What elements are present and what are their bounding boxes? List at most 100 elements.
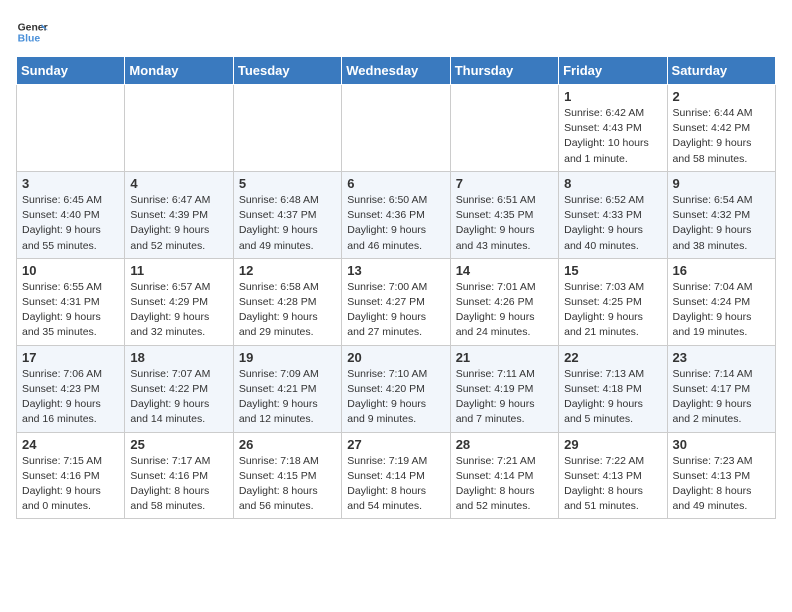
col-header-friday: Friday — [559, 57, 667, 85]
day-info: Sunrise: 6:48 AM Sunset: 4:37 PM Dayligh… — [239, 193, 336, 254]
day-info: Sunrise: 6:50 AM Sunset: 4:36 PM Dayligh… — [347, 193, 444, 254]
day-info: Sunrise: 6:47 AM Sunset: 4:39 PM Dayligh… — [130, 193, 227, 254]
calendar-cell: 10 Sunrise: 6:55 AM Sunset: 4:31 PM Dayli… — [17, 258, 125, 345]
calendar-cell: 22 Sunrise: 7:13 AM Sunset: 4:18 PM Dayli… — [559, 345, 667, 432]
col-header-thursday: Thursday — [450, 57, 558, 85]
logo-icon: General Blue — [16, 16, 48, 48]
day-info: Sunrise: 7:23 AM Sunset: 4:13 PM Dayligh… — [673, 454, 770, 515]
calendar-cell: 25 Sunrise: 7:17 AM Sunset: 4:16 PM Dayli… — [125, 432, 233, 519]
logo: General Blue — [16, 16, 48, 48]
day-info: Sunrise: 7:22 AM Sunset: 4:13 PM Dayligh… — [564, 454, 661, 515]
calendar-cell: 1Sunrise: 6:42 AM Sunset: 4:43 PM Daylig… — [559, 85, 667, 172]
calendar-cell: 23 Sunrise: 7:14 AM Sunset: 4:17 PM Dayli… — [667, 345, 775, 432]
calendar-cell: 9Sunrise: 6:54 AM Sunset: 4:32 PM Daylig… — [667, 171, 775, 258]
day-number: 12 — [239, 263, 336, 278]
calendar-week-1: 1Sunrise: 6:42 AM Sunset: 4:43 PM Daylig… — [17, 85, 776, 172]
calendar-cell: 28Sunrise: 7:21 AM Sunset: 4:14 PM Dayli… — [450, 432, 558, 519]
calendar-week-4: 17 Sunrise: 7:06 AM Sunset: 4:23 PM Dayli… — [17, 345, 776, 432]
calendar-cell: 24 Sunrise: 7:15 AM Sunset: 4:16 PM Dayli… — [17, 432, 125, 519]
day-number: 19 — [239, 350, 336, 365]
day-info: Sunrise: 7:15 AM Sunset: 4:16 PM Dayligh… — [22, 454, 119, 515]
day-number: 2 — [673, 89, 770, 104]
day-number: 16 — [673, 263, 770, 278]
day-number: 6 — [347, 176, 444, 191]
day-info: Sunrise: 7:18 AM Sunset: 4:15 PM Dayligh… — [239, 454, 336, 515]
day-info: Sunrise: 7:04 AM Sunset: 4:24 PM Dayligh… — [673, 280, 770, 341]
day-number: 4 — [130, 176, 227, 191]
calendar-cell: 17 Sunrise: 7:06 AM Sunset: 4:23 PM Dayli… — [17, 345, 125, 432]
day-info: Sunrise: 6:51 AM Sunset: 4:35 PM Dayligh… — [456, 193, 553, 254]
day-number: 1 — [564, 89, 661, 104]
day-number: 3 — [22, 176, 119, 191]
day-number: 7 — [456, 176, 553, 191]
calendar-cell: 26 Sunrise: 7:18 AM Sunset: 4:15 PM Dayli… — [233, 432, 341, 519]
day-info: Sunrise: 7:09 AM Sunset: 4:21 PM Dayligh… — [239, 367, 336, 428]
day-number: 14 — [456, 263, 553, 278]
calendar-cell: 27 Sunrise: 7:19 AM Sunset: 4:14 PM Dayli… — [342, 432, 450, 519]
day-info: Sunrise: 6:45 AM Sunset: 4:40 PM Dayligh… — [22, 193, 119, 254]
day-info: Sunrise: 7:11 AM Sunset: 4:19 PM Dayligh… — [456, 367, 553, 428]
calendar-cell: 20Sunrise: 7:10 AM Sunset: 4:20 PM Dayli… — [342, 345, 450, 432]
calendar-week-5: 24 Sunrise: 7:15 AM Sunset: 4:16 PM Dayli… — [17, 432, 776, 519]
calendar-cell: 13 Sunrise: 7:00 AM Sunset: 4:27 PM Dayli… — [342, 258, 450, 345]
day-number: 22 — [564, 350, 661, 365]
calendar-week-2: 3 Sunrise: 6:45 AM Sunset: 4:40 PM Daylig… — [17, 171, 776, 258]
day-number: 5 — [239, 176, 336, 191]
day-info: Sunrise: 6:44 AM Sunset: 4:42 PM Dayligh… — [673, 106, 770, 167]
calendar-cell: 2 Sunrise: 6:44 AM Sunset: 4:42 PM Daylig… — [667, 85, 775, 172]
day-info: Sunrise: 7:14 AM Sunset: 4:17 PM Dayligh… — [673, 367, 770, 428]
day-number: 13 — [347, 263, 444, 278]
calendar-header-row: SundayMondayTuesdayWednesdayThursdayFrid… — [17, 57, 776, 85]
calendar-cell: 5 Sunrise: 6:48 AM Sunset: 4:37 PM Daylig… — [233, 171, 341, 258]
day-info: Sunrise: 7:13 AM Sunset: 4:18 PM Dayligh… — [564, 367, 661, 428]
calendar-week-3: 10 Sunrise: 6:55 AM Sunset: 4:31 PM Dayli… — [17, 258, 776, 345]
day-info: Sunrise: 7:01 AM Sunset: 4:26 PM Dayligh… — [456, 280, 553, 341]
calendar-cell — [233, 85, 341, 172]
calendar-cell — [17, 85, 125, 172]
col-header-saturday: Saturday — [667, 57, 775, 85]
calendar-cell — [450, 85, 558, 172]
day-number: 11 — [130, 263, 227, 278]
calendar-cell: 8 Sunrise: 6:52 AM Sunset: 4:33 PM Daylig… — [559, 171, 667, 258]
calendar-cell: 16 Sunrise: 7:04 AM Sunset: 4:24 PM Dayli… — [667, 258, 775, 345]
calendar-cell — [342, 85, 450, 172]
day-number: 21 — [456, 350, 553, 365]
col-header-sunday: Sunday — [17, 57, 125, 85]
day-number: 10 — [22, 263, 119, 278]
col-header-tuesday: Tuesday — [233, 57, 341, 85]
day-info: Sunrise: 7:21 AM Sunset: 4:14 PM Dayligh… — [456, 454, 553, 515]
day-info: Sunrise: 7:10 AM Sunset: 4:20 PM Dayligh… — [347, 367, 444, 428]
calendar-cell: 29Sunrise: 7:22 AM Sunset: 4:13 PM Dayli… — [559, 432, 667, 519]
day-info: Sunrise: 7:06 AM Sunset: 4:23 PM Dayligh… — [22, 367, 119, 428]
day-info: Sunrise: 6:55 AM Sunset: 4:31 PM Dayligh… — [22, 280, 119, 341]
calendar-cell: 12 Sunrise: 6:58 AM Sunset: 4:28 PM Dayli… — [233, 258, 341, 345]
day-number: 26 — [239, 437, 336, 452]
page-header: General Blue — [16, 16, 776, 48]
calendar-cell: 6 Sunrise: 6:50 AM Sunset: 4:36 PM Daylig… — [342, 171, 450, 258]
calendar-cell: 14 Sunrise: 7:01 AM Sunset: 4:26 PM Dayli… — [450, 258, 558, 345]
calendar-cell — [125, 85, 233, 172]
day-number: 24 — [22, 437, 119, 452]
day-number: 25 — [130, 437, 227, 452]
day-info: Sunrise: 6:52 AM Sunset: 4:33 PM Dayligh… — [564, 193, 661, 254]
day-number: 8 — [564, 176, 661, 191]
calendar-cell: 18 Sunrise: 7:07 AM Sunset: 4:22 PM Dayli… — [125, 345, 233, 432]
day-number: 15 — [564, 263, 661, 278]
day-info: Sunrise: 7:19 AM Sunset: 4:14 PM Dayligh… — [347, 454, 444, 515]
day-info: Sunrise: 6:58 AM Sunset: 4:28 PM Dayligh… — [239, 280, 336, 341]
calendar-table: SundayMondayTuesdayWednesdayThursdayFrid… — [16, 56, 776, 519]
day-number: 17 — [22, 350, 119, 365]
day-info: Sunrise: 7:03 AM Sunset: 4:25 PM Dayligh… — [564, 280, 661, 341]
day-number: 27 — [347, 437, 444, 452]
col-header-monday: Monday — [125, 57, 233, 85]
calendar-cell: 4 Sunrise: 6:47 AM Sunset: 4:39 PM Daylig… — [125, 171, 233, 258]
day-info: Sunrise: 7:07 AM Sunset: 4:22 PM Dayligh… — [130, 367, 227, 428]
day-info: Sunrise: 7:00 AM Sunset: 4:27 PM Dayligh… — [347, 280, 444, 341]
svg-text:Blue: Blue — [18, 34, 41, 45]
calendar-cell: 21 Sunrise: 7:11 AM Sunset: 4:19 PM Dayli… — [450, 345, 558, 432]
day-number: 18 — [130, 350, 227, 365]
day-info: Sunrise: 6:54 AM Sunset: 4:32 PM Dayligh… — [673, 193, 770, 254]
day-number: 23 — [673, 350, 770, 365]
day-info: Sunrise: 7:17 AM Sunset: 4:16 PM Dayligh… — [130, 454, 227, 515]
day-info: Sunrise: 6:57 AM Sunset: 4:29 PM Dayligh… — [130, 280, 227, 341]
